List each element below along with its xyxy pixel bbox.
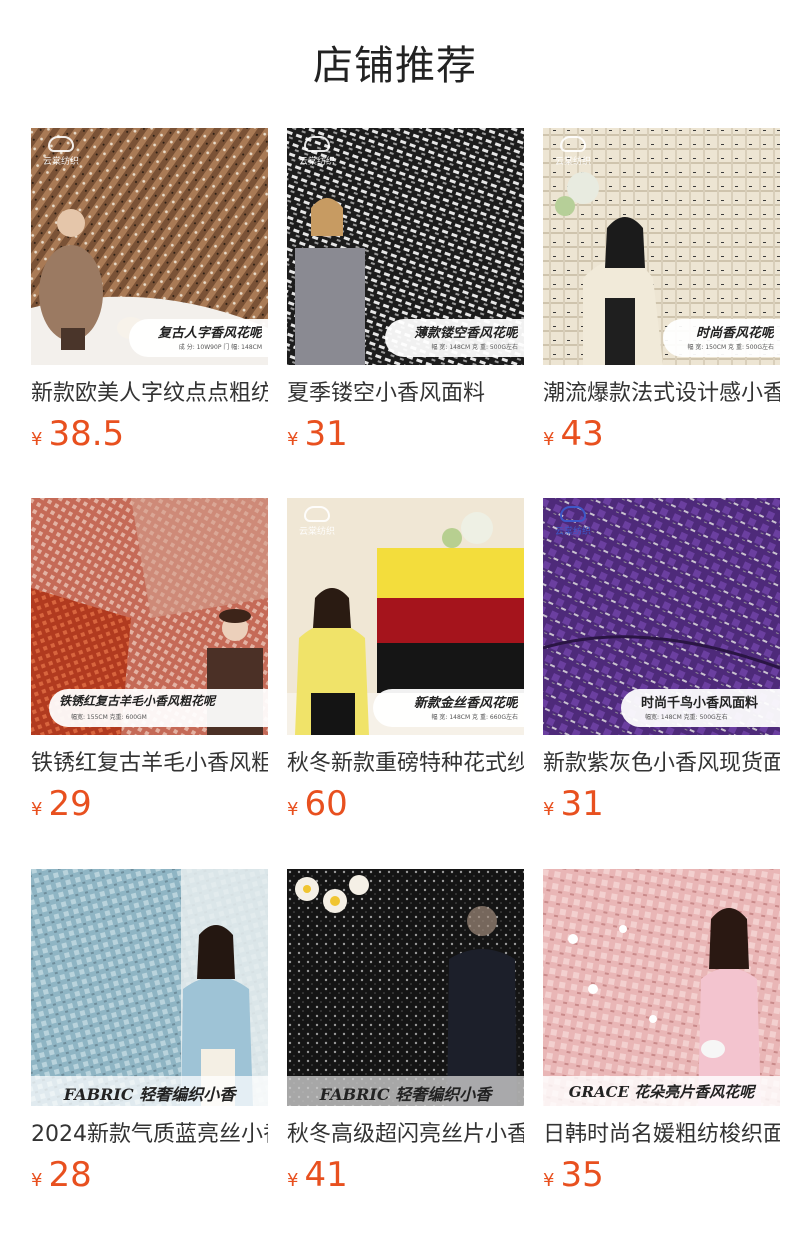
product-price: ¥43 [543,414,604,454]
price-value: 31 [560,784,604,824]
product-grid: 云棠纺织 复古人字香风花呢 成 分: 10W90P 门 幅: 148CM 新款欧… [0,0,790,1240]
currency-symbol: ¥ [543,799,555,820]
price-value: 28 [48,1155,92,1195]
product-price: ¥60 [287,784,348,824]
price-value: 38.5 [48,414,125,454]
price-value: 29 [48,784,92,824]
banner-title: 薄款镂空香风花呢 [413,326,518,341]
image-banner: 新款金丝香风花呢 幅 宽: 148CM 克 重: 660G左右 [373,689,524,727]
banner-spec: 幅 宽: 150CM 克 重: 500G左右 [687,344,775,351]
product-image[interactable]: 云棠纺织 复古人字香风花呢 成 分: 10W90P 门 幅: 148CM [31,128,268,365]
image-caption-strip: GRACE 花朵亮片香风花呢 [543,1076,780,1106]
product-price: ¥38.5 [31,414,124,454]
product-image[interactable]: 云棠纺织 新款金丝香风花呢 幅 宽: 148CM 克 重: 660G左右 [287,498,524,735]
product-name[interactable]: 日韩时尚名媛粗纺梭织面料 [543,1119,780,1151]
image-banner: 时尚千鸟小香风面料 幅宽: 148CM 克重: 500G左右 [621,689,780,727]
product-price: ¥31 [287,414,348,454]
product-name[interactable]: 铁锈红复古羊毛小香风粗花呢面料 [31,748,268,780]
banner-title: 新款金丝香风花呢 [413,696,518,711]
price-value: 43 [560,414,604,454]
price-value: 41 [304,1155,348,1195]
currency-symbol: ¥ [543,429,555,450]
image-caption-strip: FABRIC 轻奢编织小香 [31,1076,268,1106]
currency-symbol: ¥ [31,799,43,820]
product-image[interactable]: 铁锈红复古羊毛小香风粗花呢 幅宽: 155CM 克重: 600GM [31,498,268,735]
product-name[interactable]: 秋冬高级超闪亮丝片小香风面料 [287,1119,524,1151]
banner-title: 时尚香风花呢 [695,326,774,341]
banner-spec: 幅宽: 155CM 克重: 600GM [71,714,147,721]
banner-spec: 幅 宽: 148CM 克 重: 500G左右 [431,344,519,351]
product-price: ¥29 [31,784,92,824]
strip-text: GRACE 花朵亮片香风花呢 [568,1083,755,1101]
currency-symbol: ¥ [287,429,299,450]
product-name[interactable]: 新款欧美人字纹点点粗纺小香风面料 [31,378,268,410]
banner-title: 复古人字香风花呢 [157,326,262,341]
product-image[interactable]: 云棠纺织 时尚千鸟小香风面料 幅宽: 148CM 克重: 500G左右 [543,498,780,735]
banner-title: 时尚千鸟小香风面料 [641,696,759,711]
product-name[interactable]: 潮流爆款法式设计感小香风面料 [543,378,780,410]
brand-logo: 云棠纺织 [295,136,339,167]
product-image[interactable]: GRACE 花朵亮片香风花呢 [543,869,780,1106]
price-value: 35 [560,1155,604,1195]
product-name[interactable]: 2024新款气质蓝亮丝小香风面料 [31,1119,268,1151]
banner-title: 铁锈红复古羊毛小香风粗花呢 [59,694,216,708]
cloud-icon [304,136,330,152]
product-image[interactable]: 云棠纺织 时尚香风花呢 幅 宽: 150CM 克 重: 500G左右 [543,128,780,365]
cloud-icon [560,136,586,152]
brand-logo: 云棠纺织 [551,136,595,167]
currency-symbol: ¥ [31,429,43,450]
cloud-icon [560,506,586,522]
product-price: ¥41 [287,1155,348,1195]
product-name[interactable]: 夏季镂空小香风面料 [287,378,524,410]
currency-symbol: ¥ [287,1170,299,1191]
product-image[interactable]: 云棠纺织 薄款镂空香风花呢 幅 宽: 148CM 克 重: 500G左右 [287,128,524,365]
product-price: ¥28 [31,1155,92,1195]
strip-text: FABRIC 轻奢编织小香 [319,1085,492,1104]
strip-text: FABRIC 轻奢编织小香 [63,1085,236,1104]
currency-symbol: ¥ [31,1170,43,1191]
brand-logo: 云棠纺织 [295,506,339,537]
banner-spec: 成 分: 10W90P 门 幅: 148CM [178,344,262,351]
price-value: 60 [304,784,348,824]
banner-spec: 幅宽: 148CM 克重: 500G左右 [645,714,728,721]
brand-logo: 云棠纺织 [39,136,83,167]
image-banner: 铁锈红复古羊毛小香风粗花呢 幅宽: 155CM 克重: 600GM [49,689,268,727]
image-caption-strip: FABRIC 轻奢编织小香 [287,1076,524,1106]
banner-spec: 幅 宽: 148CM 克 重: 660G左右 [431,714,519,721]
product-price: ¥35 [543,1155,604,1195]
product-name[interactable]: 新款紫灰色小香风现货面料 [543,748,780,780]
image-banner: 复古人字香风花呢 成 分: 10W90P 门 幅: 148CM [129,319,268,357]
product-name[interactable]: 秋冬新款重磅特种花式纱面料 [287,748,524,780]
cloud-icon [48,136,74,152]
product-price: ¥31 [543,784,604,824]
image-banner: 薄款镂空香风花呢 幅 宽: 148CM 克 重: 500G左右 [385,319,524,357]
brand-logo: 云棠纺织 [551,506,595,537]
currency-symbol: ¥ [543,1170,555,1191]
product-image[interactable]: FABRIC 轻奢编织小香 [31,869,268,1106]
cloud-icon [304,506,330,522]
price-value: 31 [304,414,348,454]
currency-symbol: ¥ [287,799,299,820]
product-image[interactable]: FABRIC 轻奢编织小香 [287,869,524,1106]
image-banner: 时尚香风花呢 幅 宽: 150CM 克 重: 500G左右 [663,319,780,357]
